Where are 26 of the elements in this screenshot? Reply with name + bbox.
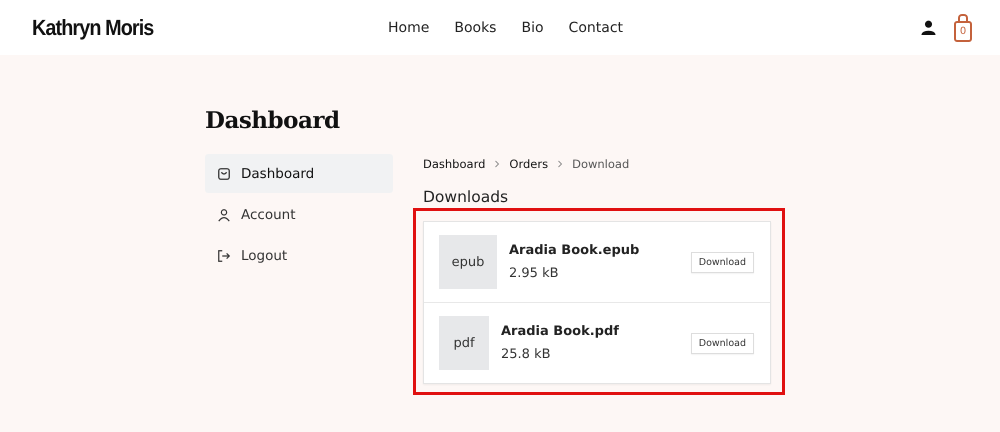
nav-link[interactable]: Home bbox=[388, 20, 430, 36]
chevron-icon bbox=[494, 160, 500, 168]
file-size: 2.95 kB bbox=[509, 266, 560, 281]
bag-icon bbox=[217, 166, 231, 180]
chevron-icon bbox=[557, 160, 564, 168]
download-button[interactable]: Download bbox=[690, 252, 754, 272]
sidebar-item[interactable]: Account bbox=[205, 195, 393, 234]
sidebar-item[interactable]: Logout bbox=[205, 236, 393, 275]
file-type-thumbnail: pdf bbox=[439, 316, 489, 370]
nav-link[interactable]: Bio bbox=[521, 20, 544, 36]
nav-link[interactable]: Contact bbox=[568, 20, 624, 36]
page-title: Dashboard bbox=[205, 107, 341, 134]
section-heading: Downloads bbox=[423, 188, 510, 206]
download-button[interactable]: Download bbox=[690, 332, 754, 354]
breadcrumb-link[interactable]: Dashboard bbox=[423, 157, 486, 171]
site-logo[interactable]: Kathryn Moris bbox=[32, 14, 176, 40]
breadcrumb-link[interactable]: Orders bbox=[509, 157, 548, 171]
logout-icon bbox=[217, 248, 231, 262]
file-name: Aradia Book.epub bbox=[509, 243, 640, 258]
sidebar-item[interactable]: Dashboard bbox=[205, 154, 393, 193]
nav-link[interactable]: Books bbox=[454, 20, 496, 36]
file-name: Aradia Book.pdf bbox=[501, 324, 620, 339]
file-type-thumbnail: epub bbox=[439, 235, 497, 289]
user-icon bbox=[217, 208, 231, 222]
file-size: 25.8 kB bbox=[501, 347, 552, 362]
user-icon[interactable] bbox=[921, 20, 936, 35]
